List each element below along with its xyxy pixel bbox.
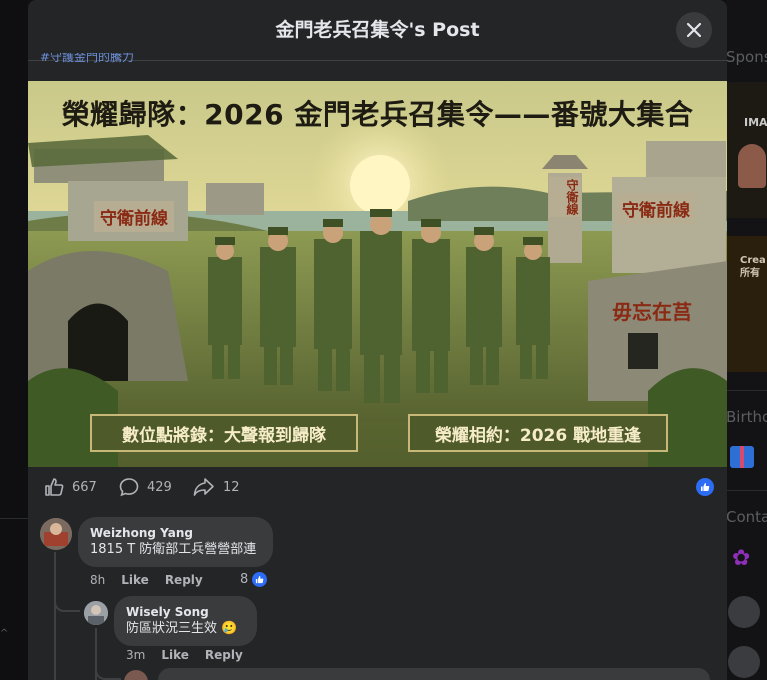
- comment-bubble: Wisely Song 防區狀況三生效 🥲: [114, 596, 257, 646]
- sponsored-label: Sponso: [726, 48, 767, 66]
- comment-like-button[interactable]: Like: [121, 573, 149, 587]
- left-sidebar-background: ^: [0, 0, 28, 680]
- comment-text: 1815 T 防衛部工兵營營部連: [90, 542, 257, 557]
- post-hashtag[interactable]: #守護金門的騰力: [40, 53, 134, 65]
- comment-text: 防區狀況三生效 🥲: [126, 621, 238, 636]
- reaction-count: 8: [240, 572, 249, 587]
- comment-reply-button[interactable]: Reply: [205, 648, 243, 662]
- comment-count: 429: [147, 479, 172, 495]
- comment-time[interactable]: 3m: [126, 648, 145, 662]
- image-sign: 守衛前線: [94, 201, 174, 232]
- avatar[interactable]: [40, 518, 72, 550]
- image-banner: 數位點將錄：大聲報到歸隊: [90, 414, 358, 452]
- ad-image: [738, 144, 766, 188]
- like-reaction-icon[interactable]: [696, 478, 714, 496]
- image-sign: 守衛前線: [616, 193, 696, 224]
- comment-icon: [119, 478, 139, 497]
- thumbs-up-icon: [45, 478, 64, 496]
- thread-line: [54, 552, 56, 680]
- divider: [0, 518, 28, 519]
- avatar[interactable]: [84, 601, 108, 625]
- close-icon: [687, 23, 701, 37]
- contact-avatar[interactable]: [728, 646, 760, 678]
- sponsored-ad[interactable]: Crea 所有: [726, 236, 767, 372]
- comment-reactions[interactable]: 8: [240, 571, 269, 588]
- reply-connector: [54, 590, 80, 612]
- comment-meta: 8h Like Reply: [90, 573, 203, 587]
- image-title: 榮耀歸隊：2026 金門老兵召集令——番號大集合: [61, 98, 694, 131]
- post-image[interactable]: 榮耀歸隊：2026 金門老兵召集令——番號大集合 守衛前線 守衛前線 守衛線 毋…: [28, 81, 727, 467]
- chevron-icon: ^: [0, 628, 9, 639]
- comment-bubble: Weizhong Yang 1815 T 防衛部工兵營營部連: [78, 517, 273, 567]
- comment-author[interactable]: Wisely Song: [126, 604, 245, 620]
- contacts-label: Conta: [726, 508, 767, 526]
- comment-time[interactable]: 8h: [90, 573, 105, 587]
- share-button[interactable]: 12: [193, 477, 240, 497]
- avatar: [124, 670, 148, 680]
- flower-icon: ✿: [732, 546, 751, 571]
- reply-input[interactable]: [158, 668, 710, 680]
- dialog-header: 金門老兵召集令's Post: [28, 0, 727, 61]
- like-button[interactable]: 667: [44, 477, 97, 497]
- ad-text: IMA: [744, 116, 767, 129]
- comment-button[interactable]: 429: [119, 477, 172, 497]
- contact-avatar[interactable]: [728, 596, 760, 628]
- post-actions: 667 429 12: [28, 467, 727, 507]
- like-reaction-icon: [251, 571, 269, 588]
- sponsored-ad[interactable]: IMA: [726, 82, 767, 218]
- reply-connector: [95, 662, 121, 680]
- ad-text: Crea 所有: [740, 255, 766, 279]
- image-banner: 榮耀相約：2026 戰地重逢: [408, 414, 668, 452]
- close-button[interactable]: [676, 12, 712, 48]
- divider: [726, 390, 767, 391]
- comment-author[interactable]: Weizhong Yang: [90, 525, 261, 541]
- right-sidebar-background: Sponso IMA Crea 所有 Birtho Conta ✿: [726, 0, 767, 680]
- image-sign: 毋忘在莒: [612, 300, 692, 324]
- post-illustration: [28, 81, 727, 467]
- comment-meta: 3m Like Reply: [126, 648, 243, 662]
- like-count: 667: [72, 479, 97, 495]
- post-dialog: 金門老兵召集令's Post #守護金門的騰力 榮耀歸隊：2026 金門老兵召集…: [28, 0, 727, 680]
- divider: [726, 490, 767, 491]
- comment-like-button[interactable]: Like: [161, 648, 189, 662]
- dialog-title: 金門老兵召集令's Post: [275, 19, 480, 41]
- image-sign: 守衛線: [549, 177, 581, 217]
- birthdays-label: Birtho: [726, 408, 767, 426]
- gift-icon[interactable]: [730, 446, 754, 468]
- share-count: 12: [223, 479, 240, 495]
- comment-reply-button[interactable]: Reply: [165, 573, 203, 587]
- share-icon: [193, 478, 214, 496]
